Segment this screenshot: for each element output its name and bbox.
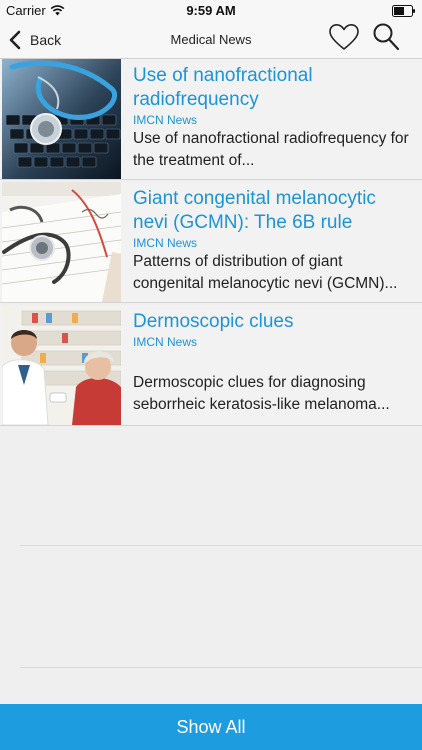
- news-text: Giant congenital melanocytic nevi (GCMN)…: [133, 187, 410, 295]
- news-source: IMCN News: [133, 113, 198, 127]
- news-source: IMCN News: [133, 236, 198, 250]
- news-item[interactable]: Use of nanofractional radiofrequency IMC…: [0, 59, 422, 180]
- news-list: Use of nanofractional radiofrequency IMC…: [0, 59, 422, 426]
- news-title: Giant congenital melanocytic nevi (GCMN)…: [133, 188, 376, 233]
- empty-row-separator: [20, 545, 422, 546]
- navigation-bar: Back Medical News: [0, 22, 422, 59]
- news-item[interactable]: Giant congenital melanocytic nevi (GCMN)…: [0, 182, 422, 303]
- news-item[interactable]: Dermoscopic clues IMCN News Dermoscopic …: [0, 305, 422, 426]
- news-summary: Dermoscopic clues for diagnosing seborrh…: [133, 374, 390, 413]
- news-summary: Use of nanofractional radiofrequency for…: [133, 130, 409, 169]
- news-thumbnail: [2, 59, 121, 179]
- stethoscope-on-keyboard-image: [2, 59, 121, 179]
- pharmacist-with-patient-image: [2, 305, 121, 425]
- back-button[interactable]: Back: [8, 22, 61, 58]
- news-text: Dermoscopic clues IMCN News Dermoscopic …: [133, 310, 410, 416]
- status-time: 9:59 AM: [186, 3, 236, 18]
- chevron-left-icon: [9, 30, 21, 50]
- status-bar: Carrier 9:59 AM: [0, 0, 422, 22]
- news-summary: Patterns of distribution of giant congen…: [133, 253, 398, 292]
- search-icon[interactable]: [372, 22, 400, 52]
- news-title: Dermoscopic clues: [133, 311, 294, 332]
- back-label: Back: [30, 32, 62, 48]
- news-title: Use of nanofractional radiofrequency: [133, 65, 313, 110]
- heart-icon[interactable]: [328, 23, 360, 51]
- news-thumbnail: [2, 305, 121, 425]
- stethoscope-on-chart-image: [2, 182, 121, 302]
- battery-icon: [392, 5, 415, 17]
- news-thumbnail: [2, 182, 121, 302]
- news-source: IMCN News: [133, 335, 198, 349]
- empty-row-separator: [20, 667, 422, 668]
- news-text: Use of nanofractional radiofrequency IMC…: [133, 64, 410, 172]
- show-all-button[interactable]: Show All: [0, 704, 422, 750]
